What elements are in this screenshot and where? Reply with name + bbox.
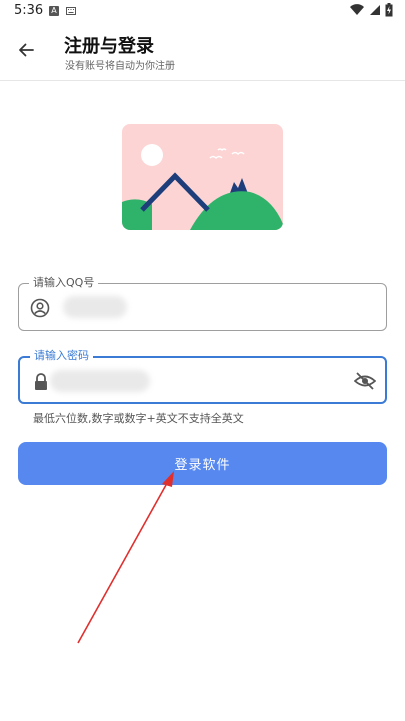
battery-icon bbox=[385, 3, 393, 17]
arrow-left-icon bbox=[19, 43, 34, 57]
landscape-illustration bbox=[122, 124, 283, 230]
password-field[interactable]: 请输入密码 bbox=[18, 349, 387, 404]
password-helper-text: 最低六位数,数字或数字+英文不支持全英文 bbox=[33, 412, 244, 425]
back-button[interactable] bbox=[10, 34, 42, 66]
status-time: 5:36 bbox=[14, 3, 44, 18]
account-circle-icon bbox=[29, 297, 51, 319]
wifi-icon bbox=[350, 4, 364, 16]
a-icon: A bbox=[49, 6, 59, 16]
eye-off-icon bbox=[354, 372, 376, 390]
page-title: 注册与登录 bbox=[64, 36, 154, 57]
login-button[interactable]: 登录软件 bbox=[18, 442, 387, 485]
qq-number-field[interactable]: 请输入QQ号 bbox=[18, 276, 387, 331]
page-subtitle: 没有账号将自动为你注册 bbox=[65, 61, 175, 72]
lock-icon bbox=[30, 371, 52, 393]
keyboard-icon bbox=[66, 7, 76, 15]
sun-shape bbox=[141, 144, 163, 166]
status-bar: 5:36 A bbox=[0, 0, 405, 24]
password-value-redacted bbox=[50, 370, 150, 392]
qq-field-label: 请输入QQ号 bbox=[29, 276, 99, 290]
toggle-password-visibility-button[interactable] bbox=[353, 369, 377, 393]
qq-value-redacted bbox=[63, 296, 127, 318]
password-field-label: 请输入密码 bbox=[30, 349, 93, 363]
signal-icon bbox=[370, 5, 380, 15]
app-bar: 注册与登录 没有账号将自动为你注册 bbox=[0, 24, 405, 81]
